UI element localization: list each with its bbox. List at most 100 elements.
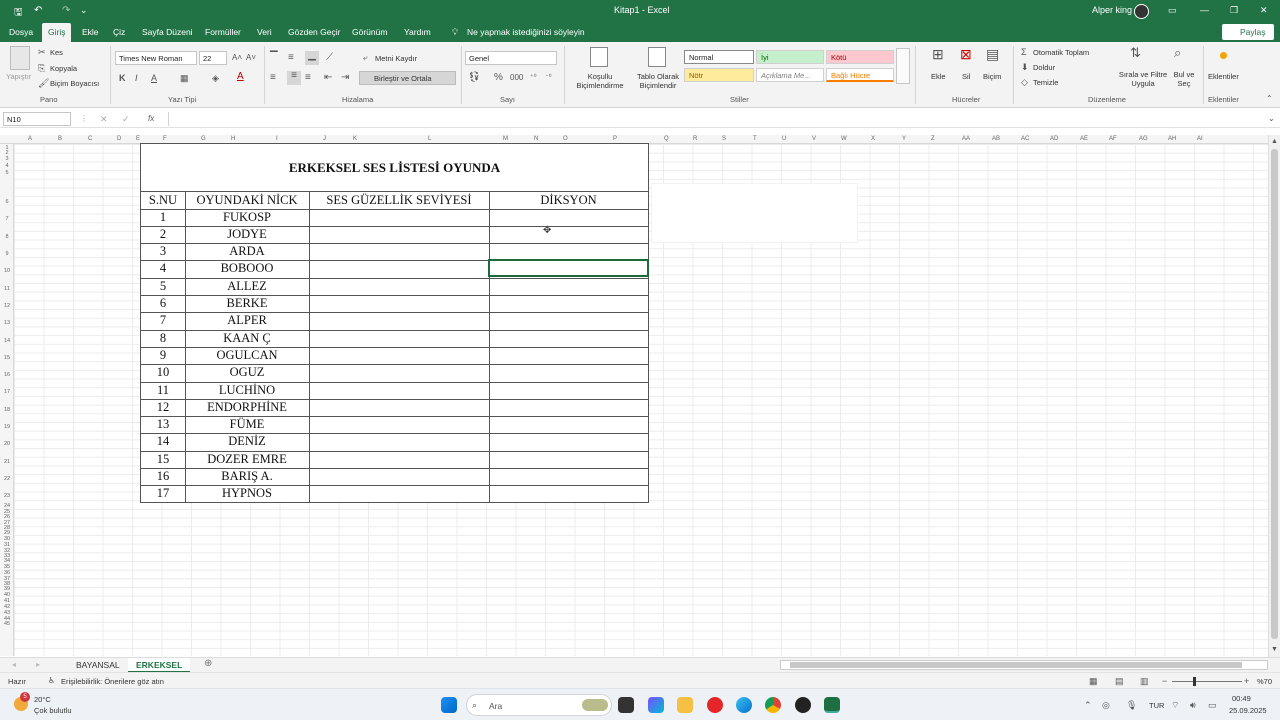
excel-icon[interactable] — [824, 697, 840, 713]
number-format-select[interactable]: Genel — [465, 51, 557, 65]
align-bottom-icon[interactable]: ▁ — [305, 51, 319, 65]
comma-icon[interactable]: 000 — [510, 73, 523, 83]
vertical-scrollbar[interactable]: ▲ ▼ — [1268, 135, 1280, 657]
expand-formula-icon[interactable]: ⌄ — [1268, 114, 1275, 124]
column-header[interactable]: O — [563, 136, 568, 142]
zoom-thumb[interactable] — [1193, 677, 1196, 686]
borders-icon[interactable]: ▦ — [180, 73, 189, 83]
column-header[interactable]: AE — [1080, 136, 1088, 142]
clock-time[interactable]: 00:49 — [1232, 694, 1251, 703]
align-middle-icon[interactable]: ≡ — [288, 53, 294, 63]
column-header[interactable]: AI — [1197, 136, 1203, 142]
column-header[interactable]: U — [782, 136, 786, 142]
row-header[interactable]: 18 — [0, 407, 14, 413]
column-header[interactable]: AG — [1139, 136, 1148, 142]
zoom-out-icon[interactable]: − — [1162, 676, 1167, 686]
name-box[interactable]: N10 — [3, 112, 71, 126]
selected-cell[interactable] — [488, 259, 649, 277]
row-header[interactable]: 11 — [0, 286, 14, 292]
column-header[interactable]: AB — [992, 136, 1000, 142]
column-header[interactable]: Z — [931, 136, 935, 142]
column-header[interactable]: E — [136, 136, 140, 142]
conditional-formatting-button[interactable]: Koşullu Biçimlendirme — [570, 72, 630, 90]
sort-filter-button[interactable]: Sırala ve Filtre Uygula — [1117, 70, 1169, 88]
row-header[interactable]: 7 — [0, 216, 14, 222]
data-table[interactable]: ERKEKSEL SES LİSTESİ OYUNDA S.NU OYUNDAK… — [140, 143, 649, 503]
column-header[interactable]: P — [613, 136, 617, 142]
style-neutral[interactable]: Nötr — [684, 68, 754, 82]
scroll-thumb[interactable] — [1271, 149, 1278, 639]
column-header[interactable]: AH — [1168, 136, 1176, 142]
style-bad[interactable]: Kötü — [826, 50, 894, 64]
customize-toolbar-icon[interactable]: ⌄ — [80, 5, 88, 16]
row-header[interactable]: 4 — [0, 163, 14, 169]
redo-icon[interactable]: ↷ — [62, 5, 70, 16]
avatar[interactable] — [1134, 4, 1149, 19]
save-icon[interactable]: 🖫 — [14, 5, 23, 22]
battery-icon[interactable]: ▭ — [1208, 700, 1217, 710]
bold-icon[interactable]: K — [119, 73, 126, 83]
file-explorer-icon[interactable] — [677, 697, 693, 713]
user-name[interactable]: Alper king — [1092, 5, 1132, 15]
accessibility-status[interactable]: Erişilebilirlik: Önerilere göz atın — [61, 677, 164, 686]
close-icon[interactable]: ✕ — [1260, 5, 1268, 16]
tell-me-search[interactable]: Ne yapmak istediğinizi söyleyin — [467, 27, 585, 37]
scroll-down-icon[interactable]: ▼ — [1271, 645, 1278, 655]
paste-icon[interactable] — [10, 46, 30, 70]
column-header[interactable]: S — [722, 136, 726, 142]
enter-icon[interactable]: ✓ — [122, 114, 130, 124]
tab-dosya[interactable]: Dosya — [9, 27, 33, 37]
column-header[interactable]: W — [841, 136, 847, 142]
zoom-slider[interactable] — [1172, 681, 1242, 682]
underline-icon[interactable]: A — [151, 73, 157, 83]
row-header[interactable]: 23 — [0, 493, 14, 499]
row-header[interactable]: 8 — [0, 234, 14, 240]
decrease-decimal-icon[interactable]: ⁻⁰ — [545, 73, 552, 83]
column-header[interactable]: K — [353, 136, 357, 142]
row-header[interactable]: 45 — [0, 621, 14, 627]
currency-icon[interactable]: 💱︎ — [468, 73, 481, 83]
tab-yardim[interactable]: Yardım — [404, 27, 431, 37]
column-header[interactable]: M — [503, 136, 508, 142]
collapse-ribbon-icon[interactable]: ⌃ — [1266, 94, 1273, 104]
grow-font-icon[interactable]: A˄ — [232, 53, 242, 63]
addins-button[interactable]: Eklentiler — [1208, 72, 1239, 81]
minimize-icon[interactable]: — — [1200, 5, 1209, 15]
insert-function-icon[interactable]: fx — [148, 114, 154, 124]
column-header[interactable]: D — [117, 136, 121, 142]
format-painter-button[interactable]: Biçim Boyacısı — [50, 79, 99, 88]
align-right-icon[interactable]: ≡ — [305, 73, 311, 83]
increase-indent-icon[interactable]: ⇥ — [341, 73, 349, 83]
row-header[interactable]: 15 — [0, 355, 14, 361]
tab-gozden-gecir[interactable]: Gözden Geçir — [288, 27, 340, 37]
font-size-select[interactable]: 22 — [199, 51, 227, 65]
orientation-icon[interactable]: ⟋ — [326, 53, 333, 63]
styles-more-button[interactable] — [896, 48, 910, 84]
copy-button[interactable]: Kopyala — [50, 64, 77, 73]
italic-icon[interactable]: I — [135, 73, 138, 83]
column-header[interactable]: AD — [1050, 136, 1058, 142]
row-header[interactable]: 12 — [0, 303, 14, 309]
row-header[interactable]: 10 — [0, 268, 14, 274]
row-header[interactable]: 22 — [0, 476, 14, 482]
restore-icon[interactable]: ❐ — [1230, 5, 1238, 16]
decrease-indent-icon[interactable]: ⇤ — [324, 73, 332, 83]
clear-button[interactable]: Temizle — [1033, 78, 1058, 87]
task-view-icon[interactable] — [618, 697, 634, 713]
column-header[interactable]: AF — [1109, 136, 1117, 142]
language-indicator[interactable]: TUR — [1149, 701, 1164, 710]
page-layout-icon[interactable]: ▤ — [1115, 676, 1124, 686]
column-header[interactable]: V — [812, 136, 816, 142]
row-header[interactable]: 6 — [0, 199, 14, 205]
tray-chevron-icon[interactable]: ⌃ — [1084, 700, 1092, 710]
chrome-icon[interactable] — [765, 697, 781, 713]
fill-button[interactable]: Doldur — [1033, 63, 1055, 72]
column-header[interactable]: I — [276, 136, 278, 142]
tab-ciz[interactable]: Çiz — [113, 27, 125, 37]
increase-decimal-icon[interactable]: ⁺⁰ — [530, 73, 537, 83]
column-header[interactable]: N — [534, 136, 538, 142]
percent-icon[interactable]: % — [494, 73, 503, 83]
next-sheet-icon[interactable]: ▸ — [36, 660, 40, 670]
tab-formuller[interactable]: Formüller — [205, 27, 241, 37]
clock-date[interactable]: 25.09.2025 — [1229, 706, 1267, 715]
